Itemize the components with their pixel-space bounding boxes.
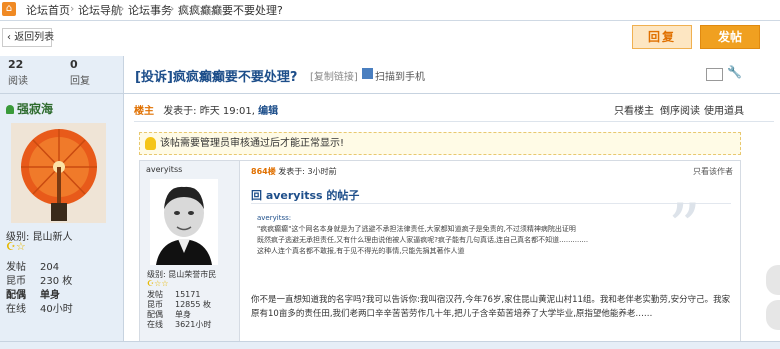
select-checkbox[interactable] — [706, 68, 723, 81]
author-avatar[interactable] — [11, 123, 106, 223]
post-time: 发表于: 昨天 19:01 — [163, 106, 252, 117]
breadcrumb-item-current: 疯疯癫癫要不要处理? — [178, 4, 283, 17]
embedded-info-online: 在线 3621小时 — [147, 320, 212, 329]
bottom-bar — [0, 341, 780, 349]
back-to-list-button[interactable]: ‹ 返回列表 — [2, 28, 55, 47]
online-user-icon — [6, 105, 14, 114]
wrench-icon[interactable]: 🔧 — [727, 65, 742, 79]
only-op-link[interactable]: 只看楼主 — [614, 102, 654, 117]
copy-link-button[interactable]: [复制链接] — [310, 68, 358, 83]
thread-header: [投诉]疯疯癫癫要不要处理? [复制链接] 扫描到手机 🔧 — [124, 56, 780, 94]
embedded-author-name: averyitss — [146, 165, 183, 174]
quote-author: averyitss: — [257, 214, 292, 222]
embedded-rank-stars: ☪☆☆ — [147, 279, 169, 288]
breadcrumb-item-affairs[interactable]: 论坛事务 — [128, 2, 172, 18]
embedded-body-text: 你不是一直想知道我的名字吗?我可以告诉你:我叫宿汉荇,今年76岁,家住昆山黄泥山… — [251, 295, 731, 319]
side-float-button[interactable] — [766, 265, 780, 295]
author-rank-stars: ☪☆ — [6, 240, 26, 253]
breadcrumb-separator: › — [70, 2, 75, 15]
embedded-author-avatar — [150, 179, 218, 265]
embedded-quote: averyitss: "疯疯癫癫"这个网名本身就是为了逃避不承担法律责任,大家都… — [257, 213, 727, 285]
post-divider — [134, 121, 774, 122]
scan-to-phone-link[interactable]: 扫描到手机 — [375, 68, 425, 83]
replies-stat: 0 回复 — [70, 58, 90, 87]
thread-title: [投诉]疯疯癫癫要不要处理? — [135, 70, 298, 85]
author-info-posts: 发帖 204 — [6, 262, 60, 273]
embedded-floor: 864楼 发表于: 3小时前 — [251, 167, 337, 176]
replies-label: 回复 — [70, 76, 90, 87]
use-tools-link[interactable]: 使用道具 — [704, 102, 744, 117]
home-icon[interactable]: ⌂ — [2, 2, 16, 16]
moderation-notice-text: 该帖需要管理员审核通过后才能正常显示! — [160, 138, 345, 149]
edit-link[interactable]: 编辑 — [258, 106, 278, 117]
quote-line: 这种人连个真名都不敢报,有于见不得光的事情,只能先捐其著作人道 — [257, 247, 465, 255]
embedded-post-title: 回 averyitss 的帖子 — [251, 189, 360, 202]
author-info-spouse: 配偶 单身 — [6, 290, 60, 301]
side-float-button[interactable] — [766, 300, 780, 330]
breadcrumb-separator: › — [120, 2, 125, 15]
author-info-online: 在线 40小时 — [6, 304, 73, 315]
breadcrumb-item-nav[interactable]: 论坛导航 — [78, 2, 122, 18]
replies-count: 0 — [70, 58, 78, 71]
back-to-list-label: 返回列表 — [14, 32, 55, 43]
moderation-notice: 该帖需要管理员审核通过后才能正常显示! — [139, 132, 741, 155]
op-badge: 楼主 — [134, 106, 154, 117]
top-bar: ⌂ 论坛首页 › 论坛导航 › 论坛事务 › 疯疯癫癫要不要处理? — [0, 0, 780, 21]
breadcrumb-item-home[interactable]: 论坛首页 — [26, 2, 70, 18]
views-label: 阅读 — [8, 76, 28, 87]
quote-line: 既然疯子逃避无承担责任,又有什么理由说他被人家逼疯呢?疯子能有几句真话,连自己真… — [257, 236, 589, 244]
umbrella-avatar-image — [11, 123, 106, 223]
quote-line: "疯疯癫癫"这个网名本身就是为了逃避不承担法律责任,大家都知道疯子是免责的,不过… — [257, 225, 576, 233]
reply-button[interactable]: 回复 — [632, 25, 692, 49]
author-name-text: 强寂海 — [17, 102, 54, 116]
reverse-order-link[interactable]: 倒序阅读 — [660, 102, 700, 117]
new-post-button[interactable]: 发帖 — [700, 25, 760, 49]
views-count: 22 — [8, 58, 24, 71]
embedded-only-author-link: 只看该作者 — [693, 167, 733, 176]
qrcode-icon[interactable] — [362, 68, 373, 79]
embedded-divider — [251, 203, 731, 204]
embedded-post-image: averyitss 级别: 昆山荣誉市民 ☪☆☆ 发帖 15171 昆币 12855… — [139, 160, 741, 349]
author-name[interactable]: 强寂海 — [6, 100, 53, 117]
portrait-image — [150, 179, 218, 265]
lightbulb-icon — [145, 137, 156, 150]
post-meta: 楼主 发表于: 昨天 19:01, 编辑 — [134, 106, 279, 117]
breadcrumb-separator: › — [170, 2, 175, 15]
author-info-coins: 昆币 230 枚 — [6, 276, 73, 287]
views-stat: 22 阅读 — [8, 58, 28, 87]
sidebar-divider — [0, 93, 124, 94]
